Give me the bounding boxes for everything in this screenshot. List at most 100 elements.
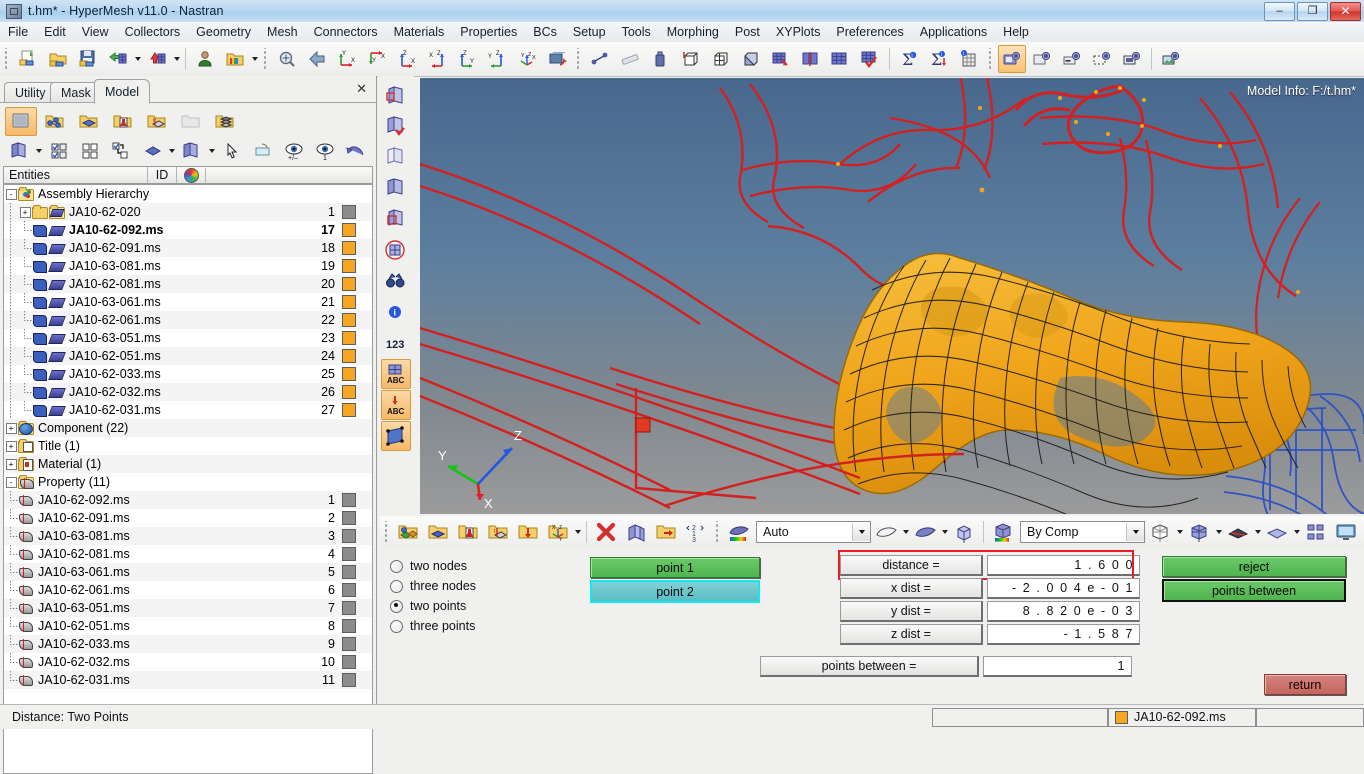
tree-item-color[interactable] bbox=[342, 313, 372, 327]
vtoolbar-grip-2[interactable] bbox=[714, 521, 721, 543]
previous-view-icon[interactable] bbox=[303, 45, 331, 73]
tree-row[interactable]: JA10-62-092.ms 1 bbox=[4, 491, 372, 509]
open-model-icon[interactable] bbox=[44, 45, 72, 73]
tree-item-color[interactable] bbox=[342, 241, 372, 255]
mesh-solid-icon[interactable] bbox=[381, 173, 411, 203]
display-all-icon[interactable] bbox=[5, 137, 34, 166]
mesh-sub-icon[interactable] bbox=[381, 204, 411, 234]
info-icon[interactable]: i bbox=[381, 297, 411, 327]
radio-button-icon[interactable] bbox=[390, 559, 403, 573]
status-current-component[interactable]: JA10-62-092.ms bbox=[1108, 707, 1256, 727]
tree-item-color[interactable] bbox=[342, 259, 372, 273]
mesh-faces-icon[interactable] bbox=[826, 45, 854, 73]
tree-item-color[interactable] bbox=[342, 601, 372, 615]
tree-item-color[interactable] bbox=[342, 493, 372, 507]
radio-three-points[interactable]: three points bbox=[390, 616, 560, 636]
export-icon[interactable] bbox=[143, 45, 171, 73]
box-center-icon[interactable] bbox=[706, 45, 734, 73]
tree-item-color[interactable] bbox=[342, 295, 372, 309]
menu-view[interactable]: View bbox=[74, 23, 117, 41]
monitor-icon[interactable] bbox=[1332, 518, 1360, 546]
mesh-visibility-icon[interactable] bbox=[381, 80, 411, 110]
tree-expander[interactable]: + bbox=[4, 437, 18, 455]
tree-row[interactable]: JA10-62-081.ms 4 bbox=[4, 545, 372, 563]
numbers-123-icon[interactable]: 123 bbox=[381, 328, 411, 358]
view-yx-icon[interactable]: YX bbox=[363, 45, 391, 73]
check-all-icon[interactable] bbox=[44, 137, 73, 166]
tree-expander[interactable]: - bbox=[4, 473, 18, 491]
close-button[interactable]: ✕ bbox=[1330, 1, 1361, 21]
radio-three-nodes[interactable]: three nodes bbox=[390, 576, 560, 596]
tree-item-color[interactable] bbox=[342, 511, 372, 525]
menu-connectors[interactable]: Connectors bbox=[306, 23, 386, 41]
tree-row[interactable]: - Assembly Hierarchy bbox=[4, 185, 372, 203]
tree-item-color[interactable] bbox=[342, 367, 372, 381]
property-icon[interactable]: t bbox=[484, 518, 512, 546]
import-dropdown[interactable] bbox=[133, 46, 142, 72]
save-image-icon[interactable] bbox=[998, 45, 1026, 73]
menu-post[interactable]: Post bbox=[727, 23, 768, 41]
box-wire-icon[interactable] bbox=[676, 45, 704, 73]
measure-icon[interactable] bbox=[616, 45, 644, 73]
userprofile-dropdown[interactable] bbox=[250, 46, 259, 72]
geom-display-icon[interactable] bbox=[138, 137, 167, 166]
tree-item-color[interactable] bbox=[342, 331, 372, 345]
tree-row[interactable]: JA10-63-081.ms 19 bbox=[4, 257, 372, 275]
window-tile-icon[interactable] bbox=[1302, 518, 1330, 546]
component-solid-icon[interactable] bbox=[424, 518, 452, 546]
tree-row[interactable]: JA10-63-061.ms 21 bbox=[4, 293, 372, 311]
distance-icon[interactable] bbox=[586, 45, 614, 73]
radio-two-nodes[interactable]: two nodes bbox=[390, 556, 560, 576]
points-between-value[interactable]: 1 bbox=[983, 656, 1132, 677]
matrix-browser-icon[interactable]: i bbox=[955, 45, 983, 73]
tree-row[interactable]: JA10-62-051.ms 24 bbox=[4, 347, 372, 365]
tree-row[interactable]: JA10-62-031.ms 27 bbox=[4, 401, 372, 419]
menu-materials[interactable]: Materials bbox=[386, 23, 453, 41]
shade-auto-icon[interactable] bbox=[725, 518, 753, 546]
system-dropdown[interactable] bbox=[573, 519, 582, 545]
show-hide-icon[interactable]: +/– bbox=[279, 137, 308, 166]
solid-cube-dropdown[interactable] bbox=[1214, 519, 1223, 545]
surface-icon[interactable] bbox=[381, 421, 411, 451]
tree-row[interactable]: + Component (22) bbox=[4, 419, 372, 437]
mesh-check-icon[interactable] bbox=[856, 45, 884, 73]
tree-row[interactable]: JA10-62-032.ms 10 bbox=[4, 653, 372, 671]
menu-morphing[interactable]: Morphing bbox=[659, 23, 727, 41]
3d-viewport[interactable]: Model Info: F:/t.hm* Y Z X bbox=[420, 78, 1364, 514]
radio-button-icon[interactable] bbox=[390, 599, 403, 613]
tree-expander[interactable]: + bbox=[18, 203, 32, 221]
reverse-all-icon[interactable] bbox=[107, 137, 136, 166]
menu-tools[interactable]: Tools bbox=[614, 23, 659, 41]
menu-collectors[interactable]: Collectors bbox=[117, 23, 189, 41]
return-button[interactable]: return bbox=[1264, 674, 1346, 695]
tree-row[interactable]: - Property (11) bbox=[4, 473, 372, 491]
color-by-comp-icon[interactable] bbox=[989, 518, 1017, 546]
tree-item-color[interactable] bbox=[342, 205, 372, 219]
menu-applications[interactable]: Applications bbox=[912, 23, 995, 41]
view-xy-icon[interactable]: YX bbox=[333, 45, 361, 73]
rotate-view-icon[interactable] bbox=[543, 45, 571, 73]
tree-row[interactable]: JA10-62-051.ms 8 bbox=[4, 617, 372, 635]
plate-icon[interactable] bbox=[1263, 518, 1291, 546]
vtoolbar-grip[interactable] bbox=[383, 521, 390, 543]
node-abc-icon[interactable]: ABC bbox=[381, 390, 411, 420]
menu-bcs[interactable]: BCs bbox=[525, 23, 565, 41]
x-dist-value[interactable]: - 2 . 0 0 4 e - 0 1 bbox=[987, 578, 1140, 599]
toolbar-grip[interactable] bbox=[3, 48, 10, 70]
new-model-icon[interactable] bbox=[14, 45, 42, 73]
uncheck-all-icon[interactable] bbox=[76, 137, 105, 166]
tree-row[interactable]: JA10-62-081.ms 20 bbox=[4, 275, 372, 293]
isolate-icon[interactable] bbox=[248, 137, 277, 166]
view-yz-icon[interactable]: YZ bbox=[483, 45, 511, 73]
z-dist-value[interactable]: - 1 . 5 8 7 bbox=[987, 624, 1140, 645]
tree-item-color[interactable] bbox=[342, 655, 372, 669]
shell-dropdown[interactable] bbox=[1253, 519, 1262, 545]
tree-item-color[interactable] bbox=[342, 349, 372, 363]
solid-cube-icon[interactable] bbox=[1185, 518, 1213, 546]
tree-item-color[interactable] bbox=[342, 565, 372, 579]
reject-button[interactable]: reject bbox=[1162, 556, 1346, 577]
capture-region-icon[interactable] bbox=[1088, 45, 1116, 73]
close-panel-icon[interactable]: ✕ bbox=[356, 81, 367, 97]
user-profile-icon[interactable] bbox=[191, 45, 219, 73]
tree-row[interactable]: JA10-63-051.ms 7 bbox=[4, 599, 372, 617]
